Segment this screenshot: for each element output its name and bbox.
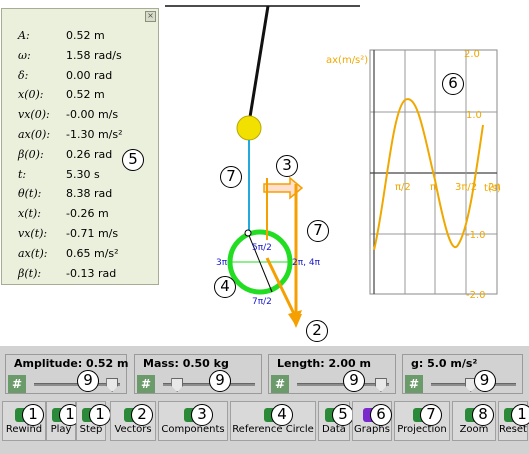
button-label: Components <box>161 424 225 435</box>
graph-ylabel: ax(m/s²) <box>326 55 368 66</box>
reset-button[interactable]: Reset 1 <box>498 401 529 441</box>
zoom-button[interactable]: Zoom 8 <box>452 401 496 441</box>
annotation-6: 6 <box>370 404 392 426</box>
slider-thumb[interactable] <box>374 378 387 392</box>
annotation-2: 2 <box>131 404 153 426</box>
annotation-9: 9 <box>473 370 496 392</box>
button-label: Projection <box>397 424 447 435</box>
play-button[interactable]: Play 1 <box>46 401 81 441</box>
button-label: Reference Circle <box>232 424 314 435</box>
slider-title: g: 5.0 m/s² <box>411 357 478 370</box>
annotation-4: 4 <box>214 276 236 298</box>
y-tick-2: 2.0 <box>464 49 480 60</box>
rewind-button[interactable]: Rewind 1 <box>2 401 46 441</box>
circle-label-top: 5π/2 <box>252 243 272 253</box>
annotation-8: 8 <box>472 404 494 426</box>
y-tick-1: 1.0 <box>466 110 482 121</box>
step-button[interactable]: Step 1 <box>76 401 111 441</box>
numeric-entry-button[interactable]: # <box>137 375 155 393</box>
annotation-7-line: 7 <box>307 220 329 242</box>
annotation-6: 6 <box>442 73 464 95</box>
x-tick-pi: π <box>430 182 436 193</box>
slider-thumb[interactable] <box>171 378 184 392</box>
circle-label-bottom: 7π/2 <box>252 297 272 307</box>
annotation-7-pendulum: 7 <box>220 166 242 188</box>
acceleration-graph: ax(m/s²) t(s) 2.0 1.0 -1.0 -2.0 π/2 π 3π… <box>326 49 501 301</box>
projection-button[interactable]: Projection 7 <box>394 401 450 441</box>
y-tick-neg1: -1.0 <box>466 230 486 241</box>
numeric-entry-button[interactable]: # <box>8 375 26 393</box>
data-button[interactable]: Data 5 <box>318 401 354 441</box>
simulation-canvas: 5π/2 3π 2π, 4π 7π/2 ax(m/s²) t(s) 2.0 1.… <box>165 5 501 328</box>
x-tick-pi2: π/2 <box>395 182 411 193</box>
slider-title: Length: 2.00 m <box>277 357 371 370</box>
slider-2: Length: 2.00 m #9 <box>268 354 396 394</box>
numeric-entry-button[interactable]: # <box>405 375 423 393</box>
graphs-button[interactable]: Graphs 6 <box>352 401 392 441</box>
circle-label-left: 3π <box>216 258 228 268</box>
annotation-3: 3 <box>191 404 213 426</box>
pendulum-rod <box>248 5 270 118</box>
reference-point <box>244 229 252 237</box>
annotation-3: 3 <box>276 155 298 177</box>
slider-0: Amplitude: 0.52 m #9 <box>5 354 129 394</box>
slider-title: Mass: 0.50 kg <box>143 357 229 370</box>
annotation-1: 1 <box>511 404 529 426</box>
annotation-5: 5 <box>332 404 354 426</box>
vectors-button[interactable]: Vectors 2 <box>110 401 156 441</box>
annotation-9: 9 <box>77 370 99 392</box>
annotation-9: 9 <box>209 370 231 392</box>
button-label: Graphs <box>354 424 390 435</box>
annotation-2: 2 <box>306 320 328 342</box>
slider-thumb[interactable] <box>106 378 119 392</box>
annotation-4: 4 <box>271 404 293 426</box>
annotation-7: 7 <box>420 404 442 426</box>
annotation-1: 1 <box>22 404 44 426</box>
annotation-1: 1 <box>89 404 111 426</box>
annotation-5: 5 <box>122 149 144 171</box>
pendulum-bob <box>236 115 262 141</box>
components-button[interactable]: Components 3 <box>158 401 228 441</box>
control-panel: Amplitude: 0.52 m #9 Mass: 0.50 kg #9 Length… <box>0 346 529 454</box>
slider-3: g: 5.0 m/s² #9 <box>402 354 523 394</box>
x-tick-3pi2: 3π/2 <box>455 182 477 193</box>
button-label: Rewind <box>5 424 43 435</box>
circle-label-right: 2π, 4π <box>292 258 321 268</box>
slider-title: Amplitude: 0.52 m <box>14 357 129 370</box>
button-label: Zoom <box>459 424 489 435</box>
annotation-9: 9 <box>343 370 365 392</box>
y-tick-neg2: -2.0 <box>466 290 486 301</box>
button-label: Vectors <box>114 424 152 435</box>
x-tick-2pi: 2π <box>488 182 500 193</box>
reference-circle-button[interactable]: Reference Circle 4 <box>230 401 316 441</box>
numeric-entry-button[interactable]: # <box>271 375 289 393</box>
slider-1: Mass: 0.50 kg #9 <box>134 354 262 394</box>
